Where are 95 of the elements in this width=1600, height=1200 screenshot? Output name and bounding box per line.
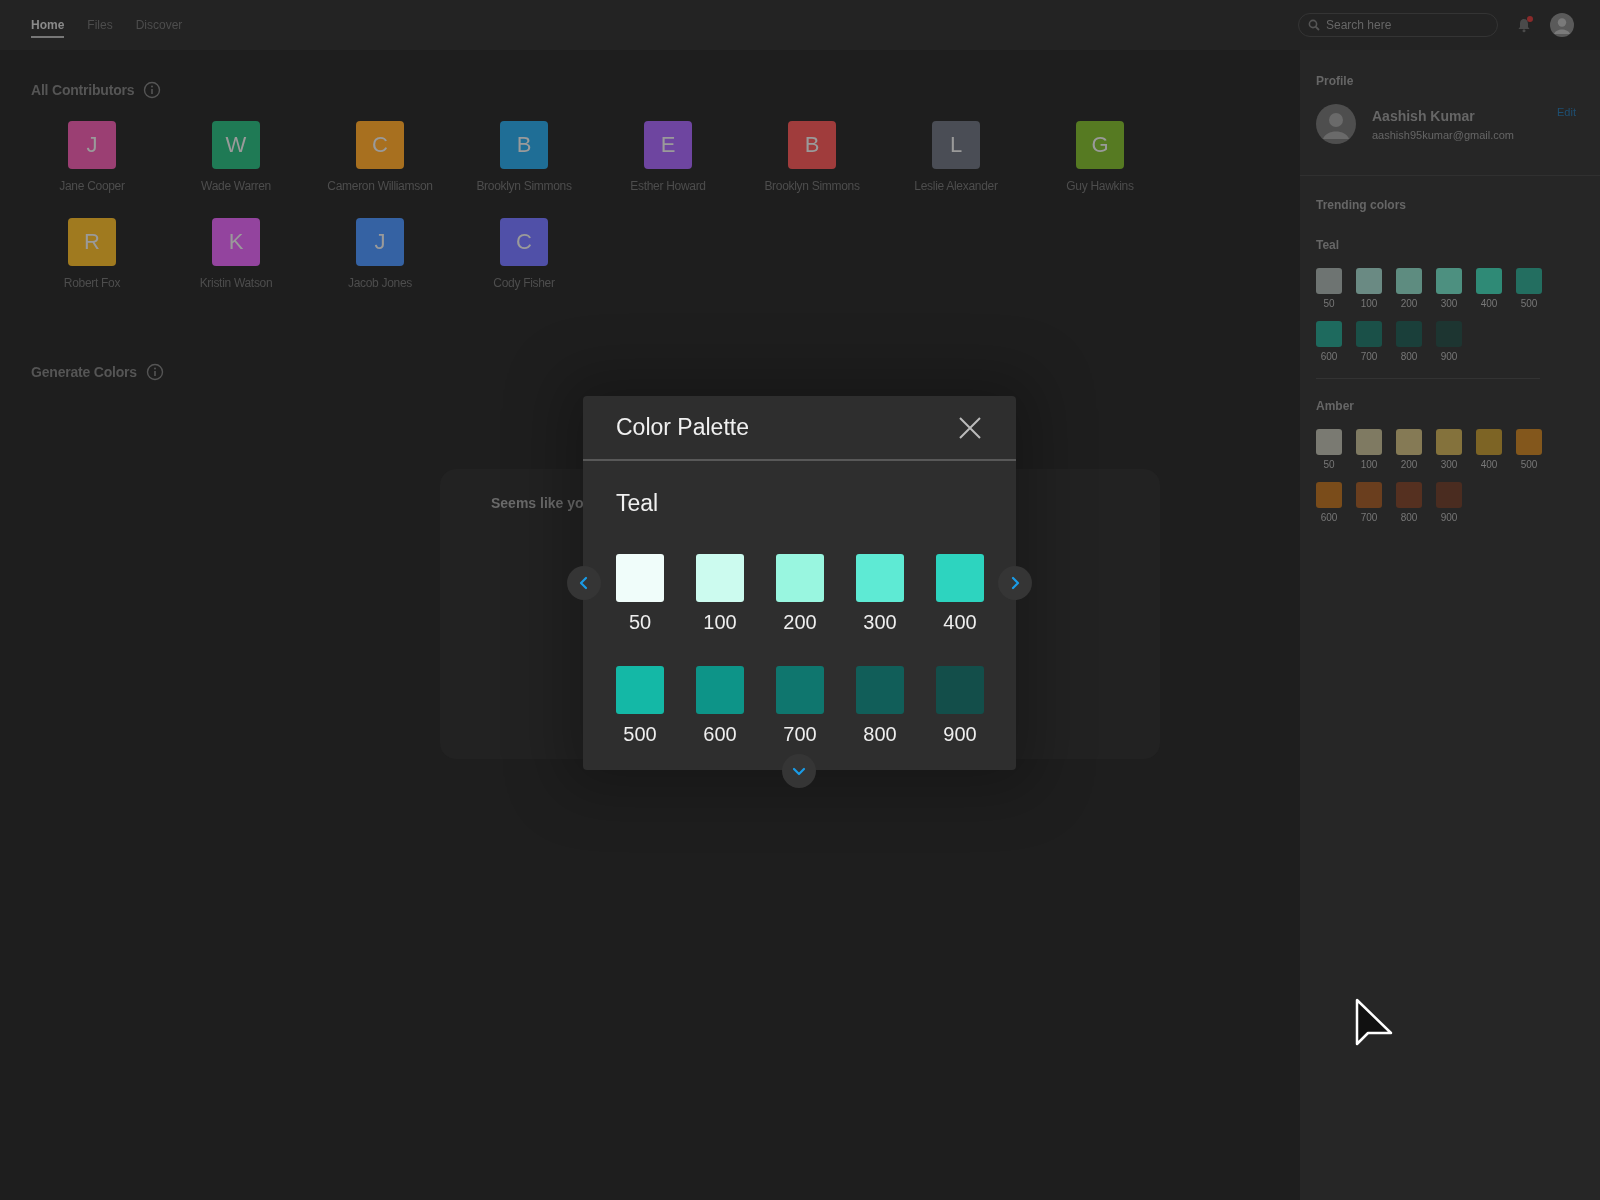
color-swatch[interactable] [856,554,904,602]
search-field[interactable]: Search here [1298,13,1498,37]
swatch-label: 600 [1320,351,1338,362]
color-swatch[interactable] [1436,482,1462,508]
swatch-label: 300 [1440,459,1458,470]
color-swatch[interactable] [936,554,984,602]
contributor-avatar[interactable]: W [212,121,260,169]
swatch-label: 50 [1323,459,1335,470]
search-icon [1308,19,1320,31]
swatch-label: 100 [703,611,737,634]
swatch-label: 100 [1360,459,1378,470]
color-swatch[interactable] [1356,482,1382,508]
color-swatch[interactable] [1316,482,1342,508]
info-icon[interactable] [143,81,162,99]
swatch-label: 50 [1323,298,1335,309]
contributor-avatar[interactable]: B [788,121,836,169]
color-swatch[interactable] [1396,429,1422,455]
color-swatch[interactable] [1476,429,1502,455]
color-swatch[interactable] [1356,268,1382,294]
nav-tab[interactable]: Home [31,14,65,38]
contributor-avatar[interactable]: L [932,121,980,169]
color-swatch[interactable] [1396,482,1422,508]
avatar-icon[interactable] [1550,13,1574,37]
swatch-label: 400 [1480,298,1498,309]
color-swatch[interactable] [1396,268,1422,294]
contributor-avatar[interactable]: C [500,218,548,266]
modal-title: Color Palette [616,414,750,441]
swatch-label: 100 [1360,298,1378,309]
contributor-avatar[interactable]: J [356,218,404,266]
info-icon[interactable] [145,363,164,381]
swatch-label: 600 [1320,512,1338,523]
swatch-label: 300 [1440,298,1458,309]
contributor-avatar[interactable]: R [68,218,116,266]
close-icon [958,415,982,440]
color-swatch[interactable] [1316,429,1342,455]
contributor-avatar[interactable]: C [356,121,404,169]
palette-name: Teal [616,490,660,517]
swatch-label: 900 [943,723,977,746]
swatch-label: 600 [703,723,737,746]
contributor-avatar[interactable]: E [644,121,692,169]
previous-button[interactable] [567,566,601,600]
swatch-label: 400 [943,611,977,634]
color-swatch[interactable] [1516,429,1542,455]
swatch-label: 800 [1400,351,1418,362]
swatch-label: 200 [783,611,817,634]
color-swatch[interactable] [616,666,664,714]
section-label: Trending colors [1316,198,1407,212]
section-label: Profile [1316,74,1355,88]
color-swatch[interactable] [776,554,824,602]
contributor-avatar[interactable]: B [500,121,548,169]
swatch-label: 800 [863,723,897,746]
avatar-icon [1316,104,1356,144]
color-swatch[interactable] [1356,321,1382,347]
color-swatch[interactable] [1516,268,1542,294]
swatch-label: 700 [1360,512,1378,523]
edit-link[interactable]: Edit [1557,106,1576,118]
expand-button[interactable] [782,754,816,788]
color-swatch[interactable] [856,666,904,714]
profile-name: Aashish Kumar [1372,107,1476,124]
swatch-label: 500 [623,723,657,746]
bell-icon[interactable] [1516,17,1532,33]
contributor-avatar[interactable]: G [1076,121,1124,169]
swatch-label: 900 [1440,512,1458,523]
swatch-label: 500 [1520,298,1538,309]
next-button[interactable] [998,566,1032,600]
color-swatch[interactable] [1436,268,1462,294]
palette-name: Amber [1316,399,1355,413]
swatch-label: 700 [783,723,817,746]
swatch-label: 200 [1400,298,1418,309]
color-swatch[interactable] [936,666,984,714]
cursor-icon [1355,998,1395,1048]
color-swatch[interactable] [1436,429,1462,455]
close-button[interactable] [958,415,982,440]
color-swatch[interactable] [1316,321,1342,347]
contributor-avatar[interactable]: J [68,121,116,169]
color-swatch[interactable] [616,554,664,602]
color-swatch[interactable] [696,666,744,714]
color-swatch[interactable] [776,666,824,714]
swatch-label: 900 [1440,351,1458,362]
swatch-label: 700 [1360,351,1378,362]
swatch-label: 300 [863,611,897,634]
empty-message: Seems like yo [491,495,584,511]
swatch-label: 400 [1480,459,1498,470]
swatch-label: 500 [1520,459,1538,470]
contributor-avatar[interactable]: K [212,218,260,266]
profile-email: aashish95kumar@gmail.com [1372,128,1515,141]
color-swatch[interactable] [1476,268,1502,294]
swatch-label: 200 [1400,459,1418,470]
palette-name: Teal [1316,238,1341,252]
color-swatch[interactable] [1396,321,1422,347]
swatch-label: 800 [1400,512,1418,523]
color-swatch[interactable] [1356,429,1382,455]
color-swatch[interactable] [696,554,744,602]
swatch-label: 50 [628,611,652,634]
color-swatch[interactable] [1316,268,1342,294]
